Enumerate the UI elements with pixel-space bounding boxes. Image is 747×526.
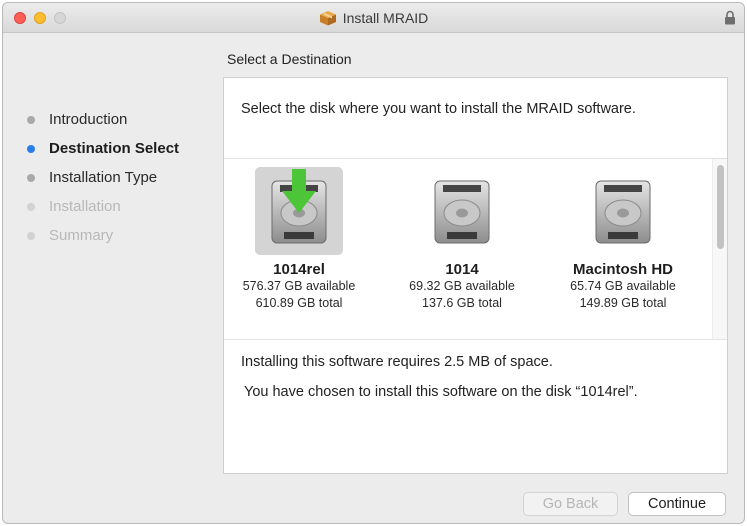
space-requirement-text: Installing this software requires 2.5 MB… <box>241 354 553 370</box>
step-indicator-icon <box>27 202 35 211</box>
page-title: Select a Destination <box>227 51 352 67</box>
disk-item-1014[interactable]: 1014 69.32 GB available 137.6 GB total <box>387 167 537 312</box>
window-title: Install MRAID <box>342 10 429 26</box>
disk-name: Macintosh HD <box>572 261 673 278</box>
destination-prompt: Select the disk where you want to instal… <box>241 101 636 117</box>
title-bar: Install MRAID <box>3 3 744 33</box>
window-title-group: Install MRAID <box>3 3 744 33</box>
installer-steps: Introduction Destination Select Installa… <box>27 105 179 250</box>
step-introduction: Introduction <box>27 105 179 134</box>
step-indicator-icon <box>27 115 35 124</box>
hard-drive-icon <box>595 180 651 244</box>
disk-name: 1014 <box>445 261 479 278</box>
go-back-button[interactable]: Go Back <box>523 492 618 516</box>
disk-list: 1014rel 576.37 GB available 610.89 GB to… <box>224 158 727 340</box>
step-label: Destination Select <box>49 140 180 157</box>
step-indicator-icon <box>27 144 35 153</box>
step-label: Summary <box>49 227 114 244</box>
step-label: Introduction <box>49 111 128 128</box>
disk-item-macintosh-hd[interactable]: Macintosh HD 65.74 GB available 149.89 G… <box>548 167 698 312</box>
download-arrow-icon <box>282 169 316 213</box>
disk-total: 137.6 GB total <box>422 296 502 310</box>
disk-available: 576.37 GB available <box>242 279 356 293</box>
disk-item-1014rel[interactable]: 1014rel 576.37 GB available 610.89 GB to… <box>224 167 374 312</box>
disk-icon-box <box>579 167 667 255</box>
step-installation-type: Installation Type <box>27 163 179 192</box>
continue-button[interactable]: Continue <box>628 492 726 516</box>
disk-list-scrollbar[interactable] <box>712 159 727 339</box>
package-icon <box>319 11 336 26</box>
step-destination-select: Destination Select <box>27 134 179 163</box>
step-label: Installation Type <box>49 169 158 186</box>
step-summary: Summary <box>27 221 179 250</box>
disk-available: 65.74 GB available <box>570 279 676 293</box>
disk-available: 69.32 GB available <box>409 279 515 293</box>
step-installation: Installation <box>27 192 179 221</box>
disk-total: 610.89 GB total <box>255 296 343 310</box>
step-indicator-icon <box>27 173 35 182</box>
disk-icon-box <box>255 167 343 255</box>
step-label: Installation <box>49 198 121 215</box>
hard-drive-icon <box>434 180 490 244</box>
destination-panel: Select the disk where you want to instal… <box>223 77 728 474</box>
lock-icon <box>725 10 735 25</box>
chosen-disk-text: You have chosen to install this software… <box>244 384 638 400</box>
disk-icon-box <box>418 167 506 255</box>
disk-name: 1014rel <box>273 261 325 278</box>
installer-window: Install MRAID Select a Destination Intro… <box>2 2 745 524</box>
step-indicator-icon <box>27 231 35 240</box>
disk-total: 149.89 GB total <box>579 296 667 310</box>
scrollbar-thumb[interactable] <box>717 165 724 249</box>
